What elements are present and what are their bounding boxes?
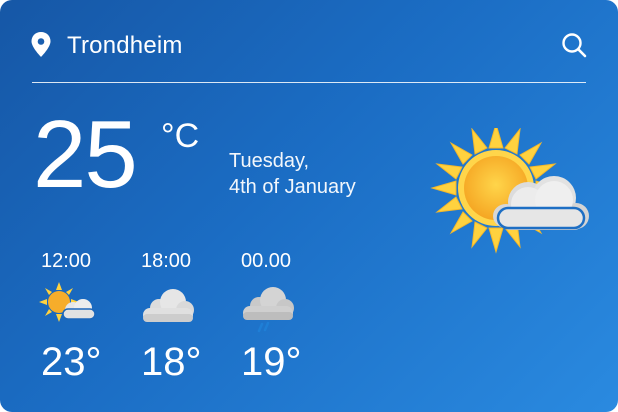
temperature-unit: °C xyxy=(161,117,200,155)
search-icon[interactable] xyxy=(560,31,588,59)
forecast-temperature: 18° xyxy=(141,340,202,384)
forecast-time: 00.00 xyxy=(241,250,292,272)
forecast-temperature: 19° xyxy=(241,340,302,384)
current-temperature: 25 xyxy=(33,101,138,208)
forecast-temperature: 23° xyxy=(41,340,102,384)
partly-sunny-icon xyxy=(39,282,96,322)
current-date: 4th of January xyxy=(229,176,356,198)
forecast-time: 12:00 xyxy=(41,250,92,272)
rain-cloud-icon xyxy=(243,287,294,333)
location-pin-icon xyxy=(31,32,51,57)
weather-card: Trondheim 25 °C Tuesday, 4th of January xyxy=(0,0,618,412)
partly-sunny-icon xyxy=(430,128,589,254)
forecast-time: 18:00 xyxy=(141,250,192,272)
location-name[interactable]: Trondheim xyxy=(67,31,183,61)
current-day: Tuesday, xyxy=(229,150,310,172)
cloudy-icon xyxy=(143,289,194,322)
header-divider xyxy=(32,82,586,83)
